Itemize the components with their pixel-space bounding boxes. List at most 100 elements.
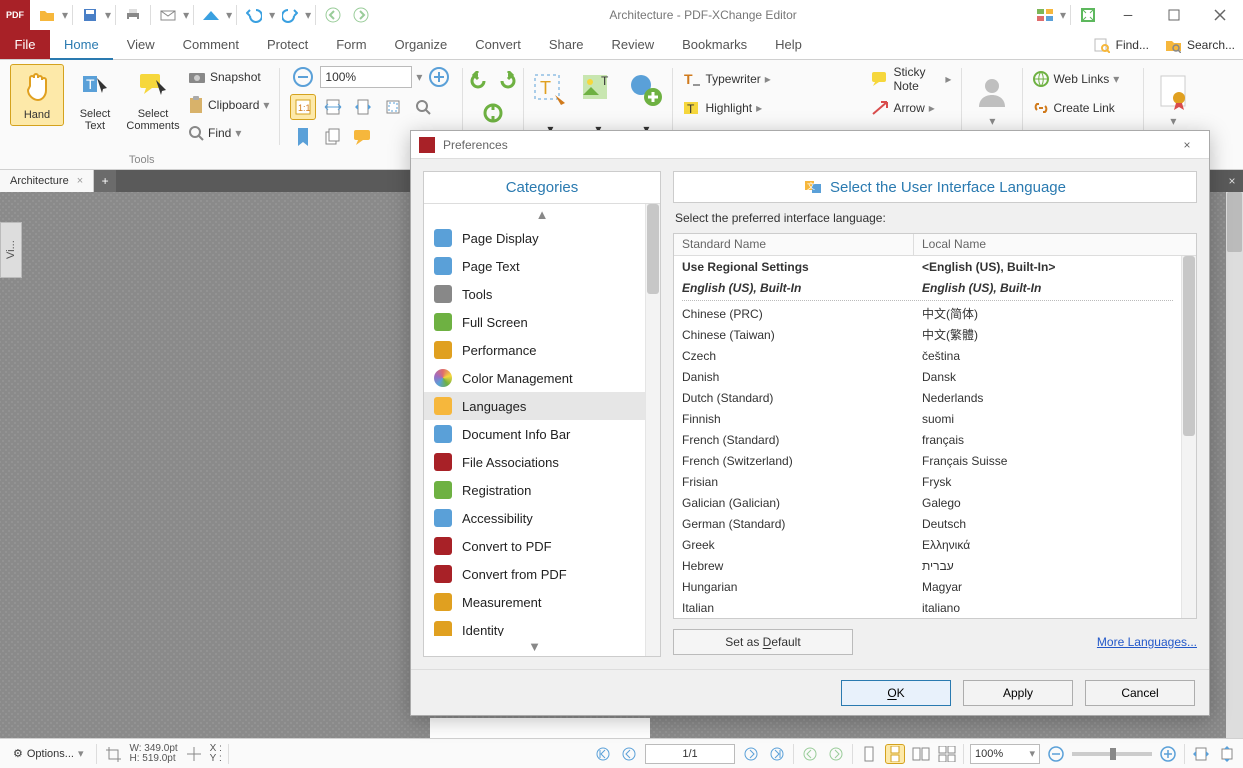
tab-protect[interactable]: Protect bbox=[253, 30, 322, 59]
tab-comment[interactable]: Comment bbox=[169, 30, 253, 59]
cancel-button[interactable]: Cancel bbox=[1085, 680, 1195, 706]
first-page-icon[interactable] bbox=[593, 744, 613, 764]
categories-scrollbar[interactable] bbox=[645, 204, 660, 656]
actual-size-button[interactable]: 1:1 bbox=[290, 94, 316, 120]
category-color-management[interactable]: Color Management bbox=[424, 364, 660, 392]
lang-row[interactable]: FrisianFrysk bbox=[674, 471, 1181, 492]
lang-row[interactable]: German (Standard)Deutsch bbox=[674, 513, 1181, 534]
category-tools[interactable]: Tools bbox=[424, 280, 660, 308]
lang-row[interactable]: GreekΕλληνικά bbox=[674, 534, 1181, 555]
save-icon[interactable] bbox=[77, 2, 103, 28]
fit-width-sb-icon[interactable] bbox=[1191, 744, 1211, 764]
page-box[interactable]: 1/1 bbox=[645, 744, 735, 764]
lang-row[interactable]: Galician (Galician)Galego bbox=[674, 492, 1181, 513]
stickynote-button[interactable]: Sticky Note▸ bbox=[867, 66, 955, 92]
print-icon[interactable] bbox=[120, 2, 146, 28]
category-accessibility[interactable]: Accessibility bbox=[424, 504, 660, 532]
open-icon[interactable] bbox=[34, 2, 60, 28]
zoom-out-button[interactable] bbox=[290, 64, 316, 90]
category-file-associations[interactable]: File Associations bbox=[424, 448, 660, 476]
dialog-close-button[interactable]: × bbox=[1173, 131, 1201, 159]
category-measurement[interactable]: Measurement bbox=[424, 588, 660, 616]
tab-share[interactable]: Share bbox=[535, 30, 598, 59]
category-page-display[interactable]: Page Display bbox=[424, 224, 660, 252]
nav-back-icon[interactable] bbox=[320, 2, 346, 28]
col-standard[interactable]: Standard Name bbox=[674, 234, 914, 255]
certificate-button[interactable]: ▾ bbox=[1150, 70, 1196, 132]
lang-row[interactable]: Czechčeština bbox=[674, 345, 1181, 366]
two-page-icon[interactable] bbox=[911, 744, 931, 764]
category-convert-from-pdf[interactable]: Convert from PDF bbox=[424, 560, 660, 588]
tab-review[interactable]: Review bbox=[598, 30, 669, 59]
tab-form[interactable]: Form bbox=[322, 30, 380, 59]
zoom-select[interactable]: 100%▾ bbox=[970, 744, 1040, 764]
find-button[interactable]: Find... bbox=[1086, 30, 1157, 59]
highlight-button[interactable]: THighlight▸ bbox=[679, 95, 766, 121]
fit-page-button[interactable] bbox=[320, 94, 346, 120]
next-page-icon[interactable] bbox=[741, 744, 761, 764]
rotate-reset-icon[interactable] bbox=[480, 100, 506, 126]
pages-icon[interactable] bbox=[320, 124, 346, 150]
select-text-tool[interactable]: T Select Text bbox=[68, 64, 122, 136]
rotate-cw-icon[interactable] bbox=[495, 68, 521, 94]
category-convert-to-pdf[interactable]: Convert to PDF bbox=[424, 532, 660, 560]
canvas-scrollbar[interactable] bbox=[1226, 192, 1243, 738]
lang-table-header[interactable]: Standard Name Local Name bbox=[674, 234, 1196, 256]
lang-row[interactable]: French (Standard)français bbox=[674, 429, 1181, 450]
zoom-in-button[interactable] bbox=[426, 64, 452, 90]
redo-icon[interactable] bbox=[277, 2, 303, 28]
col-local[interactable]: Local Name bbox=[914, 234, 1196, 255]
tab-view[interactable]: View bbox=[113, 30, 169, 59]
edit-text-icon[interactable]: T bbox=[530, 70, 570, 110]
more-languages-link[interactable]: More Languages... bbox=[1097, 635, 1197, 649]
typewriter-button[interactable]: TTypewriter▸ bbox=[679, 66, 774, 92]
maximize-button[interactable] bbox=[1151, 0, 1197, 30]
lang-row[interactable]: Dutch (Standard)Nederlands bbox=[674, 387, 1181, 408]
minimize-button[interactable]: ─ bbox=[1105, 0, 1151, 30]
zoom-slider[interactable] bbox=[1072, 752, 1152, 756]
createlink-button[interactable]: Create Link bbox=[1029, 95, 1118, 121]
single-page-icon[interactable] bbox=[859, 744, 879, 764]
prev-page-icon[interactable] bbox=[619, 744, 639, 764]
dialog-titlebar[interactable]: Preferences × bbox=[411, 131, 1209, 159]
tab-convert[interactable]: Convert bbox=[461, 30, 535, 59]
apply-button[interactable]: Apply bbox=[963, 680, 1073, 706]
bookmark-flag-icon[interactable] bbox=[290, 124, 316, 150]
undo-icon[interactable] bbox=[241, 2, 267, 28]
fit-page-sb-icon[interactable] bbox=[1217, 744, 1237, 764]
nav-fwd-sb-icon[interactable] bbox=[826, 744, 846, 764]
fit-width-button[interactable] bbox=[350, 94, 376, 120]
lang-scrollbar[interactable] bbox=[1181, 256, 1196, 618]
fullscreen-icon[interactable] bbox=[1075, 2, 1101, 28]
close-button[interactable] bbox=[1197, 0, 1243, 30]
lang-row[interactable]: DanishDansk bbox=[674, 366, 1181, 387]
tab-organize[interactable]: Organize bbox=[381, 30, 462, 59]
category-document-info-bar[interactable]: Document Info Bar bbox=[424, 420, 660, 448]
lang-row[interactable]: Finnishsuomi bbox=[674, 408, 1181, 429]
zoom-value[interactable]: 100% bbox=[320, 66, 412, 88]
ok-button[interactable]: OK bbox=[841, 680, 951, 706]
cat-scroll-up[interactable]: ▲ bbox=[424, 204, 660, 224]
scan-icon[interactable] bbox=[198, 2, 224, 28]
category-page-text[interactable]: Page Text bbox=[424, 252, 660, 280]
rotate-ccw-icon[interactable] bbox=[465, 68, 491, 94]
tab-home[interactable]: Home bbox=[50, 30, 113, 59]
category-performance[interactable]: Performance bbox=[424, 336, 660, 364]
tab-bookmarks[interactable]: Bookmarks bbox=[668, 30, 761, 59]
lang-row[interactable]: Hebrewעברית bbox=[674, 555, 1181, 576]
lang-row[interactable]: French (Switzerland)Français Suisse bbox=[674, 450, 1181, 471]
snapshot-button[interactable]: Snapshot bbox=[184, 64, 273, 90]
lang-row[interactable]: Italianitaliano bbox=[674, 597, 1181, 618]
lang-row[interactable]: Chinese (Taiwan)中文(繁體) bbox=[674, 324, 1181, 345]
lang-row[interactable]: HungarianMagyar bbox=[674, 576, 1181, 597]
find-ribbon-button[interactable]: Find▾ bbox=[184, 120, 273, 146]
category-languages[interactable]: Languages bbox=[424, 392, 660, 420]
arrow-button[interactable]: Arrow▸ bbox=[867, 95, 938, 121]
comment-flag-icon[interactable] bbox=[350, 124, 376, 150]
lang-row[interactable]: Chinese (PRC)中文(简体) bbox=[674, 303, 1181, 324]
sign-button[interactable]: ▾ bbox=[968, 70, 1016, 132]
lang-table-body[interactable]: Use Regional Settings<English (US), Buil… bbox=[674, 256, 1196, 618]
weblinks-button[interactable]: Web Links▾ bbox=[1029, 66, 1123, 92]
set-default-button[interactable]: Set as Default bbox=[673, 629, 853, 655]
mail-icon[interactable] bbox=[155, 2, 181, 28]
